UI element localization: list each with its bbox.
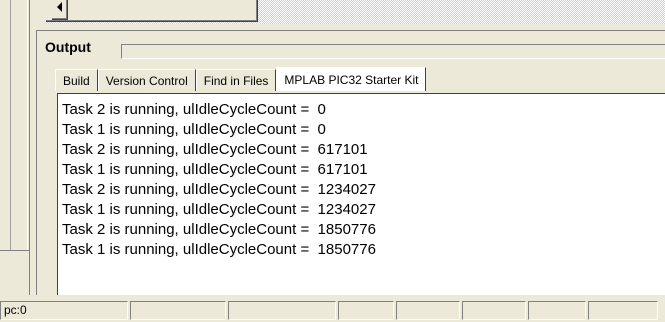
output-title: Output (45, 39, 91, 55)
tab-version-control[interactable]: Version Control (97, 69, 196, 91)
output-line: Task 1 is running, ulIdleCycleCount = 61… (62, 161, 368, 178)
status-cell (338, 301, 394, 320)
status-cell (462, 301, 526, 320)
output-line: Task 2 is running, ulIdleCycleCount = 12… (62, 181, 376, 198)
left-panel-frame (0, 0, 30, 295)
status-cell (528, 301, 586, 320)
tab-build[interactable]: Build (55, 69, 98, 91)
output-line: Task 2 is running, ulIdleCycleCount = 18… (62, 221, 376, 238)
output-pane: Output Build Version Control Find in Fil… (36, 30, 665, 295)
output-title-bar (121, 44, 665, 59)
tab-mplab-pic32-starter-kit[interactable]: MPLAB PIC32 Starter Kit (276, 67, 427, 91)
scroll-left-button[interactable] (52, 0, 68, 20)
output-line: Task 1 is running, ulIdleCycleCount = 0 (62, 121, 326, 138)
output-line: Task 1 is running, ulIdleCycleCount = 18… (62, 241, 376, 258)
status-cell-pc: pc:0 (0, 301, 128, 320)
status-cell (228, 301, 336, 320)
output-line: Task 1 is running, ulIdleCycleCount = 12… (62, 201, 376, 218)
output-text-area[interactable]: Task 2 is running, ulIdleCycleCount = 0 … (57, 93, 665, 295)
tab-find-in-files[interactable]: Find in Files (195, 69, 277, 91)
output-tabs: Build Version Control Find in Files MPLA… (55, 67, 427, 91)
left-arrow-icon (57, 2, 62, 12)
output-line: Task 2 is running, ulIdleCycleCount = 61… (62, 141, 368, 158)
status-cell (588, 301, 658, 320)
output-line: Task 2 is running, ulIdleCycleCount = 0 (62, 101, 326, 118)
status-bar: pc:0 (0, 299, 665, 322)
scrollbar-thumb[interactable] (46, 0, 258, 22)
status-cell (396, 301, 460, 320)
status-cell (130, 301, 226, 320)
